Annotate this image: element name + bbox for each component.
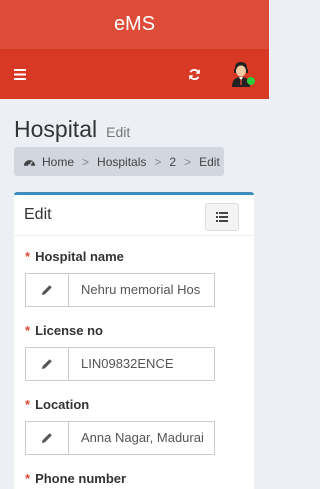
license-no-label-text: License no xyxy=(35,323,103,338)
hospital-name-addon xyxy=(26,274,69,306)
hospital-name-label: * Hospital name xyxy=(25,249,215,265)
app-header: eMS xyxy=(0,0,269,49)
user-menu-button[interactable] xyxy=(228,59,255,89)
hospital-name-label-text: Hospital name xyxy=(35,249,124,264)
breadcrumb-home-label: Home xyxy=(42,154,75,169)
hospital-name-input[interactable]: Nehru memorial Hos xyxy=(69,274,214,306)
license-no-addon xyxy=(26,348,69,380)
location-input[interactable]: Anna Nagar, Madurai xyxy=(69,422,214,454)
location-addon xyxy=(26,422,69,454)
top-navbar xyxy=(0,49,269,99)
page-header: Hospital Edit xyxy=(14,116,130,143)
phone-number-group: * Phone number xyxy=(25,471,215,487)
pencil-icon xyxy=(42,359,52,369)
required-marker: * xyxy=(25,323,31,338)
page-title: Hospital xyxy=(14,116,98,142)
app-brand[interactable]: eMS xyxy=(114,13,155,36)
sidebar-toggle-button[interactable] xyxy=(10,64,30,84)
license-no-label: * License no xyxy=(25,323,215,339)
hamburger-icon xyxy=(14,68,26,80)
location-label-text: Location xyxy=(35,397,90,412)
pencil-icon xyxy=(42,433,52,443)
license-no-input[interactable]: LIN09832ENCE xyxy=(69,348,214,380)
breadcrumb-separator: > xyxy=(82,154,90,169)
location-input-group: Anna Nagar, Madurai xyxy=(25,421,215,455)
dashboard-icon xyxy=(23,159,36,167)
box-header: Edit xyxy=(14,195,254,236)
required-marker: * xyxy=(25,471,31,486)
location-group: * Location Anna Nagar, Madurai xyxy=(25,397,215,455)
phone-number-label: * Phone number xyxy=(25,471,215,487)
pencil-icon xyxy=(42,285,52,295)
required-marker: * xyxy=(25,249,31,264)
list-icon xyxy=(216,212,228,222)
hospital-name-input-group: Nehru memorial Hos xyxy=(25,273,215,307)
list-view-button[interactable] xyxy=(205,203,239,231)
license-no-input-group: LIN09832ENCE xyxy=(25,347,215,381)
refresh-button[interactable] xyxy=(184,64,204,84)
breadcrumb-hospitals[interactable]: Hospitals xyxy=(97,155,146,169)
breadcrumb: Home > Hospitals > 2 > Edit xyxy=(14,147,224,176)
refresh-icon xyxy=(188,68,200,80)
phone-number-label-text: Phone number xyxy=(35,471,127,486)
page-subtitle: Edit xyxy=(106,124,131,140)
box-title: Edit xyxy=(24,206,52,223)
required-marker: * xyxy=(25,397,31,412)
breadcrumb-record-id[interactable]: 2 xyxy=(169,155,176,169)
breadcrumb-separator: > xyxy=(154,154,162,169)
breadcrumb-current: Edit xyxy=(199,154,220,169)
online-status-dot xyxy=(247,77,255,85)
location-label: * Location xyxy=(25,397,215,413)
breadcrumb-home[interactable]: Home xyxy=(23,155,74,169)
breadcrumb-separator: > xyxy=(184,154,192,169)
hospital-name-group: * Hospital name Nehru memorial Hos xyxy=(25,249,215,307)
license-no-group: * License no LIN09832ENCE xyxy=(25,323,215,381)
